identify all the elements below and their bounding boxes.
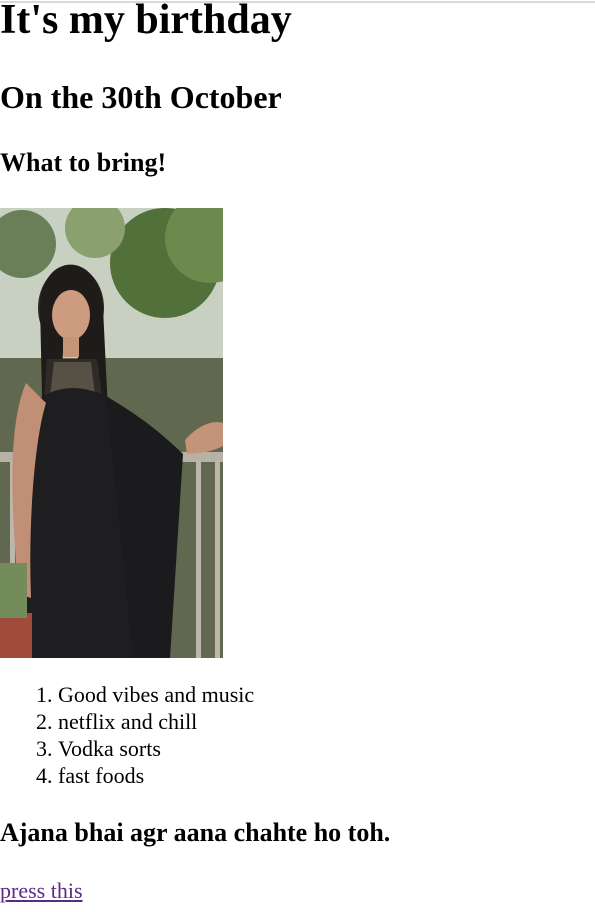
press-this-link[interactable]: press this [0, 877, 83, 905]
bring-list: Good vibes and music netflix and chill V… [0, 681, 254, 789]
birthday-page: It's my birthday On the 30th October Wha… [0, 0, 595, 912]
portrait-photo [0, 208, 223, 658]
list-item: netflix and chill [58, 708, 254, 735]
page-title: It's my birthday [0, 0, 292, 43]
date-heading: On the 30th October [0, 79, 282, 115]
list-item: fast foods [58, 762, 254, 789]
list-item: Vodka sorts [58, 735, 254, 762]
bring-heading: What to bring! [0, 148, 167, 177]
invite-heading: Ajana bhai agr aana chahte ho toh. [0, 818, 391, 847]
list-item: Good vibes and music [58, 681, 254, 708]
